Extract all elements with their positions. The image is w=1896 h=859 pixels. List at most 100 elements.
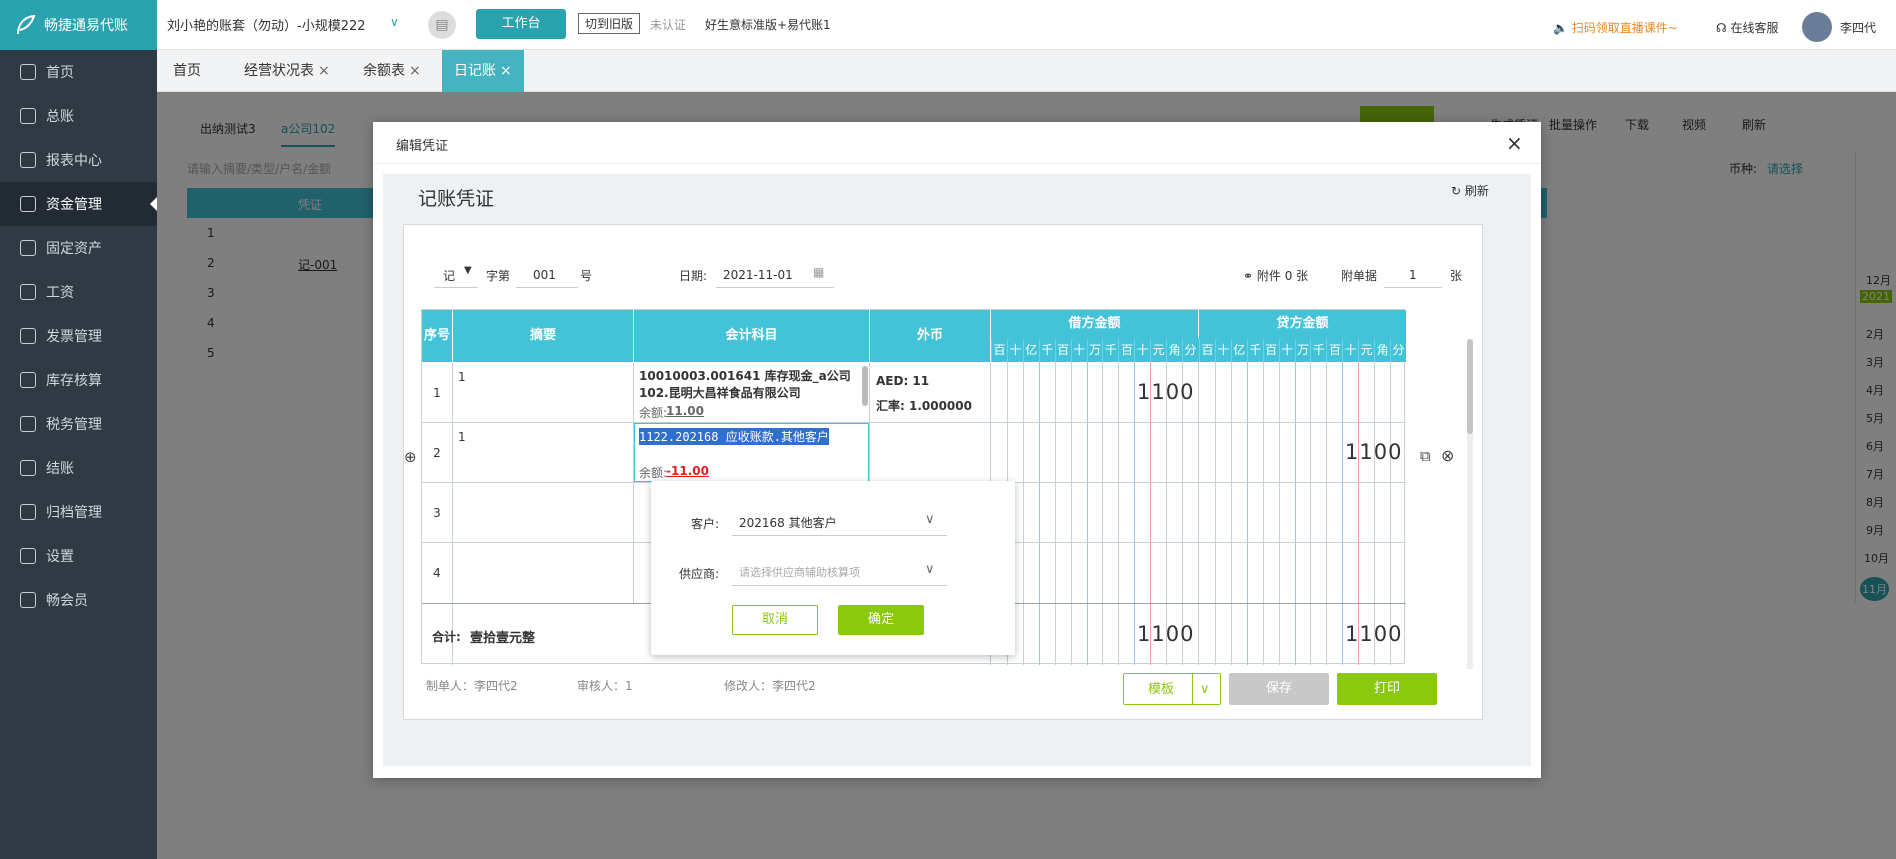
avatar[interactable] bbox=[1802, 12, 1832, 42]
cancel-button[interactable]: 取消 bbox=[732, 605, 818, 635]
digit-unit-label: 十 bbox=[1006, 339, 1023, 362]
sidebar: 首页 总账 报表中心 资金管理 固定资产 工资 发票管理 库存核算 税务管理 结… bbox=[0, 50, 157, 859]
amount-grid-line bbox=[1374, 362, 1376, 665]
leaf-logo-icon bbox=[17, 14, 36, 35]
delete-row-icon[interactable]: ⊗ bbox=[1441, 446, 1454, 465]
col-seq: 序号 bbox=[422, 310, 452, 362]
sidebar-item-ledger[interactable]: 总账 bbox=[0, 94, 157, 138]
modal-body: 记账凭证 ↻ 刷新 记 ▼ 字第 001 号 日期: 2021-11-01 ▦ … bbox=[383, 174, 1531, 766]
close-icon[interactable]: × bbox=[318, 63, 330, 79]
digit-unit-label: 千 bbox=[1038, 339, 1055, 362]
supplier-label: 供应商: bbox=[679, 567, 720, 581]
row-summary[interactable]: 1 bbox=[458, 430, 466, 444]
chevron-down-icon[interactable]: ∨ bbox=[1200, 674, 1210, 706]
amount-grid-line bbox=[1230, 362, 1232, 665]
save-button[interactable]: 保存 bbox=[1229, 673, 1329, 705]
amount-grid-line bbox=[1358, 362, 1360, 665]
sidebar-item-tax[interactable]: 税务管理 bbox=[0, 402, 157, 446]
template-button[interactable]: 模板 ∨ bbox=[1123, 673, 1221, 705]
total-debit: 1100 bbox=[1137, 622, 1195, 646]
account-input-active[interactable]: 1122.202168 应收账款.其他客户 余额: -11.00 bbox=[634, 423, 869, 482]
chevron-down-icon[interactable]: ∨ bbox=[925, 562, 935, 577]
doc-count-input[interactable]: 1 bbox=[1409, 268, 1417, 282]
scrollbar[interactable] bbox=[862, 366, 868, 406]
payroll-icon bbox=[20, 284, 36, 300]
close-icon[interactable]: × bbox=[409, 63, 421, 79]
sidebar-item-label: 设置 bbox=[46, 549, 74, 565]
credit-amount[interactable]: 1100 bbox=[1345, 440, 1402, 464]
row-account-selected[interactable]: 1122.202168 应收账款.其他客户 bbox=[639, 428, 829, 445]
caret-down-icon[interactable]: ▼ bbox=[464, 265, 472, 276]
doc-label: 附单据 bbox=[1341, 269, 1378, 283]
sidebar-item-invoices[interactable]: 发票管理 bbox=[0, 314, 157, 358]
copy-row-icon[interactable]: ⧉ bbox=[1420, 447, 1431, 465]
logo[interactable]: 畅捷通易代账 bbox=[0, 0, 157, 50]
sidebar-item-reports[interactable]: 报表中心 bbox=[0, 138, 157, 182]
ledger-icon[interactable]: ▤ bbox=[428, 11, 456, 39]
attachment-link[interactable]: ⚭ 附件 0 张 bbox=[1243, 267, 1308, 284]
row-account[interactable]: 10010003.001641 库存现金_a公司102.昆明大昌祥食品有限公司 bbox=[639, 368, 863, 402]
digit-unit-label: 元 bbox=[1358, 339, 1375, 362]
sidebar-item-settings[interactable]: 设置 bbox=[0, 534, 157, 578]
customer-label: 客户: bbox=[691, 517, 720, 531]
digit-unit-label: 百 bbox=[1118, 339, 1135, 362]
supplier-select[interactable]: 请选择供应商辅助核算项 bbox=[739, 564, 860, 580]
foreign-amount[interactable]: AED: 11 bbox=[876, 374, 929, 388]
add-row-icon[interactable]: ⊕ bbox=[404, 448, 417, 466]
zhang-label: 张 bbox=[1450, 269, 1463, 283]
confirm-button[interactable]: 确定 bbox=[838, 605, 924, 635]
tab-home[interactable]: 首页 bbox=[173, 50, 201, 92]
modal-title: 编辑凭证 bbox=[396, 139, 449, 154]
divider bbox=[633, 362, 634, 604]
close-icon[interactable]: × bbox=[500, 63, 512, 79]
promo-link[interactable]: 🔈 扫码领取直播课件~ bbox=[1553, 19, 1678, 36]
home-icon bbox=[20, 64, 36, 80]
sidebar-item-inventory[interactable]: 库存核算 bbox=[0, 358, 157, 402]
account-selector[interactable]: 刘小艳的账套（勿动）-小规模222 bbox=[167, 15, 366, 34]
amount-grid-line bbox=[1278, 362, 1280, 665]
date-input[interactable]: 2021-11-01 bbox=[723, 268, 793, 282]
gear-icon bbox=[20, 548, 36, 564]
archive-icon bbox=[20, 504, 36, 520]
sidebar-item-archive[interactable]: 归档管理 bbox=[0, 490, 157, 534]
promo-text: 扫码领取直播课件~ bbox=[1571, 21, 1678, 35]
chevron-down-icon[interactable]: ∨ bbox=[390, 15, 399, 29]
tab-business-status[interactable]: 经营状况表 × bbox=[244, 50, 330, 92]
print-button[interactable]: 打印 bbox=[1337, 673, 1437, 705]
reviewer: 审核人：1 bbox=[577, 679, 633, 693]
sidebar-item-funds[interactable]: 资金管理 bbox=[0, 182, 157, 226]
calendar-icon[interactable]: ▦ bbox=[813, 265, 824, 279]
divider bbox=[1198, 362, 1199, 665]
debit-amount[interactable]: 1100 bbox=[1137, 380, 1194, 404]
exchange-rate[interactable]: 汇率: 1.000000 bbox=[876, 397, 972, 414]
sidebar-item-fixed-assets[interactable]: 固定资产 bbox=[0, 226, 157, 270]
table-scrollbar-track[interactable] bbox=[1467, 339, 1473, 669]
switch-old-version-button[interactable]: 切到旧版 bbox=[578, 13, 641, 34]
sidebar-item-closing[interactable]: 结账 bbox=[0, 446, 157, 490]
row-summary[interactable]: 1 bbox=[458, 370, 466, 384]
sidebar-item-payroll[interactable]: 工资 bbox=[0, 270, 157, 314]
user-name[interactable]: 李四代 bbox=[1840, 19, 1876, 36]
amount-grid-line bbox=[1150, 362, 1152, 665]
sidebar-item-label: 畅会员 bbox=[46, 593, 88, 609]
modifier: 修改人：李四代2 bbox=[724, 679, 816, 693]
workbench-button[interactable]: 工作台 bbox=[476, 9, 566, 39]
chevron-down-icon[interactable]: ∨ bbox=[925, 512, 935, 527]
online-support-link[interactable]: ☊ 在线客服 bbox=[1716, 19, 1779, 36]
tab-label: 首页 bbox=[173, 63, 201, 79]
voucher-number-input[interactable]: 001 bbox=[533, 268, 556, 282]
digit-unit-label: 分 bbox=[1182, 339, 1198, 362]
close-icon[interactable]: × bbox=[1506, 131, 1523, 155]
customer-select[interactable]: 202168 其他客户 bbox=[739, 514, 837, 531]
table-scrollbar-thumb[interactable] bbox=[1467, 339, 1473, 434]
tab-label: 余额表 bbox=[363, 63, 405, 79]
sidebar-item-membership[interactable]: 畅会员 bbox=[0, 578, 157, 622]
money-bag-icon bbox=[20, 196, 36, 212]
tab-balance[interactable]: 余额表 × bbox=[363, 50, 421, 92]
refresh-button[interactable]: ↻ 刷新 bbox=[1451, 182, 1489, 199]
tab-label: 日记账 bbox=[454, 63, 496, 79]
tab-journal[interactable]: 日记账 × bbox=[442, 50, 524, 92]
sidebar-item-home[interactable]: 首页 bbox=[0, 50, 157, 94]
voucher-type-select[interactable]: 记 bbox=[443, 267, 455, 284]
doc-count-underline bbox=[1384, 287, 1442, 288]
